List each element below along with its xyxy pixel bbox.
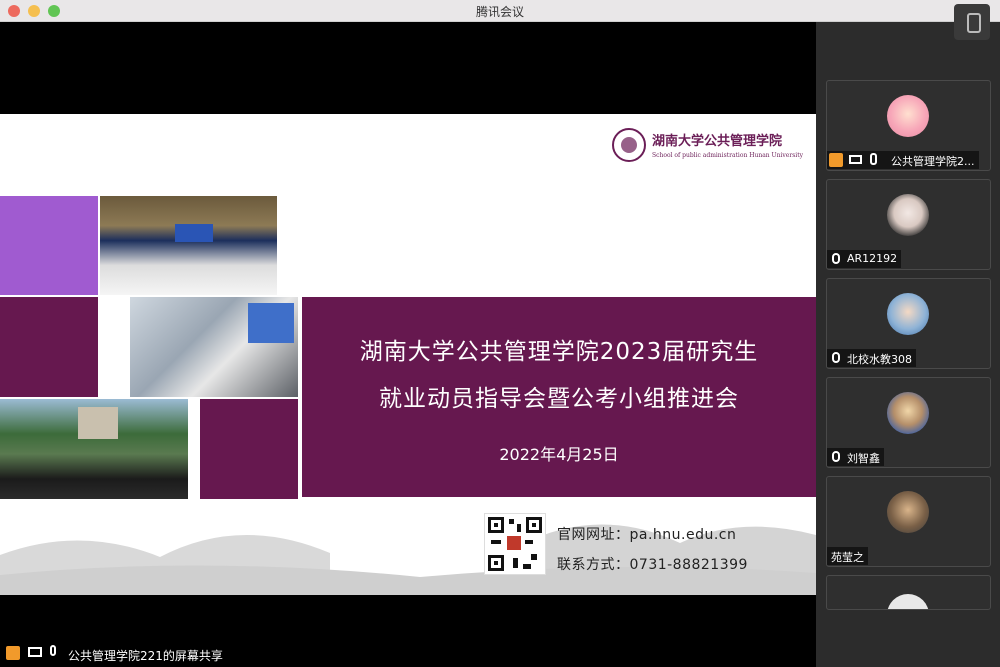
user-icon <box>829 153 843 167</box>
lecture-hall-photo <box>100 196 277 295</box>
mic-off-icon <box>832 451 840 462</box>
participant-tile[interactable]: 北校水教308 <box>826 278 991 369</box>
avatar <box>887 293 929 335</box>
avatar <box>887 194 929 236</box>
participant-tile[interactable]: 刘智鑫 <box>826 377 991 468</box>
participant-name-tag: 刘智鑫 <box>827 448 884 466</box>
avatar <box>887 491 929 533</box>
mic-off-icon <box>832 253 840 264</box>
share-label: 公共管理学院221的屏幕共享 <box>68 649 223 663</box>
participant-name: 北校水教308 <box>847 353 912 366</box>
phone-text: 联系方式：0731-88821399 <box>557 557 748 573</box>
slide-date: 2022年4月25日 <box>499 445 619 464</box>
participant-name-tag: 苑莹之 <box>827 547 868 565</box>
participant-name: AR12192 <box>847 252 898 265</box>
purple-block-dark-left <box>0 297 98 397</box>
meeting-window: 腾讯会议 湖南大学公共管理学院 School of public adminis… <box>0 0 1000 667</box>
school-name: 湖南大学公共管理学院 <box>652 134 783 149</box>
screen-share-icon <box>849 155 862 164</box>
participant-tile[interactable]: 公共管理学院2... <box>826 80 991 171</box>
school-english-name: School of public administration Hunan Un… <box>652 152 803 159</box>
participant-name: 刘智鑫 <box>847 452 880 465</box>
slide-title-box: 湖南大学公共管理学院2023届研究生 就业动员指导会暨公考小组推进会 2022年… <box>302 297 816 497</box>
participant-name: 苑莹之 <box>831 551 864 564</box>
share-status-bar: 公共管理学院221的屏幕共享 <box>0 642 816 667</box>
title-bar: 腾讯会议 <box>0 0 1000 22</box>
avatar <box>887 594 929 609</box>
group-photo <box>0 399 188 499</box>
mic-icon[interactable] <box>50 645 56 656</box>
avatar <box>887 95 929 137</box>
screen-share-icon <box>28 647 42 657</box>
university-logo: 湖南大学公共管理学院 School of public administrati… <box>612 128 803 168</box>
participant-tile[interactable]: AR12192 <box>826 179 991 270</box>
slide-title-line2: 就业动员指导会暨公考小组推进会 <box>379 386 739 412</box>
slide-title-line1: 湖南大学公共管理学院2023届研究生 <box>359 339 759 365</box>
mic-icon <box>870 153 877 165</box>
user-icon <box>6 646 20 660</box>
participant-name: 公共管理学院2... <box>889 151 979 169</box>
participant-tile[interactable]: 苑莹之 <box>826 476 991 567</box>
participant-tile-partial[interactable] <box>826 575 991 610</box>
university-seal-icon <box>612 128 646 162</box>
qr-code-icon <box>484 513 546 575</box>
purple-block-light <box>0 196 98 295</box>
presentation-slide: 湖南大学公共管理学院 School of public administrati… <box>0 114 816 595</box>
hand-raise-button[interactable] <box>954 4 990 40</box>
mic-off-icon <box>832 352 840 363</box>
meeting-room-photo <box>130 297 298 397</box>
avatar <box>887 392 929 434</box>
website-text: 官网网址：pa.hnu.edu.cn <box>557 527 737 543</box>
screen-share-area: 湖南大学公共管理学院 School of public administrati… <box>0 22 816 667</box>
purple-block-dark-small <box>200 399 298 499</box>
participant-name-tag: AR12192 <box>827 250 902 268</box>
participant-name-tag: 北校水教308 <box>827 349 916 367</box>
window-title: 腾讯会议 <box>475 5 524 19</box>
participant-status-icons <box>827 151 889 169</box>
